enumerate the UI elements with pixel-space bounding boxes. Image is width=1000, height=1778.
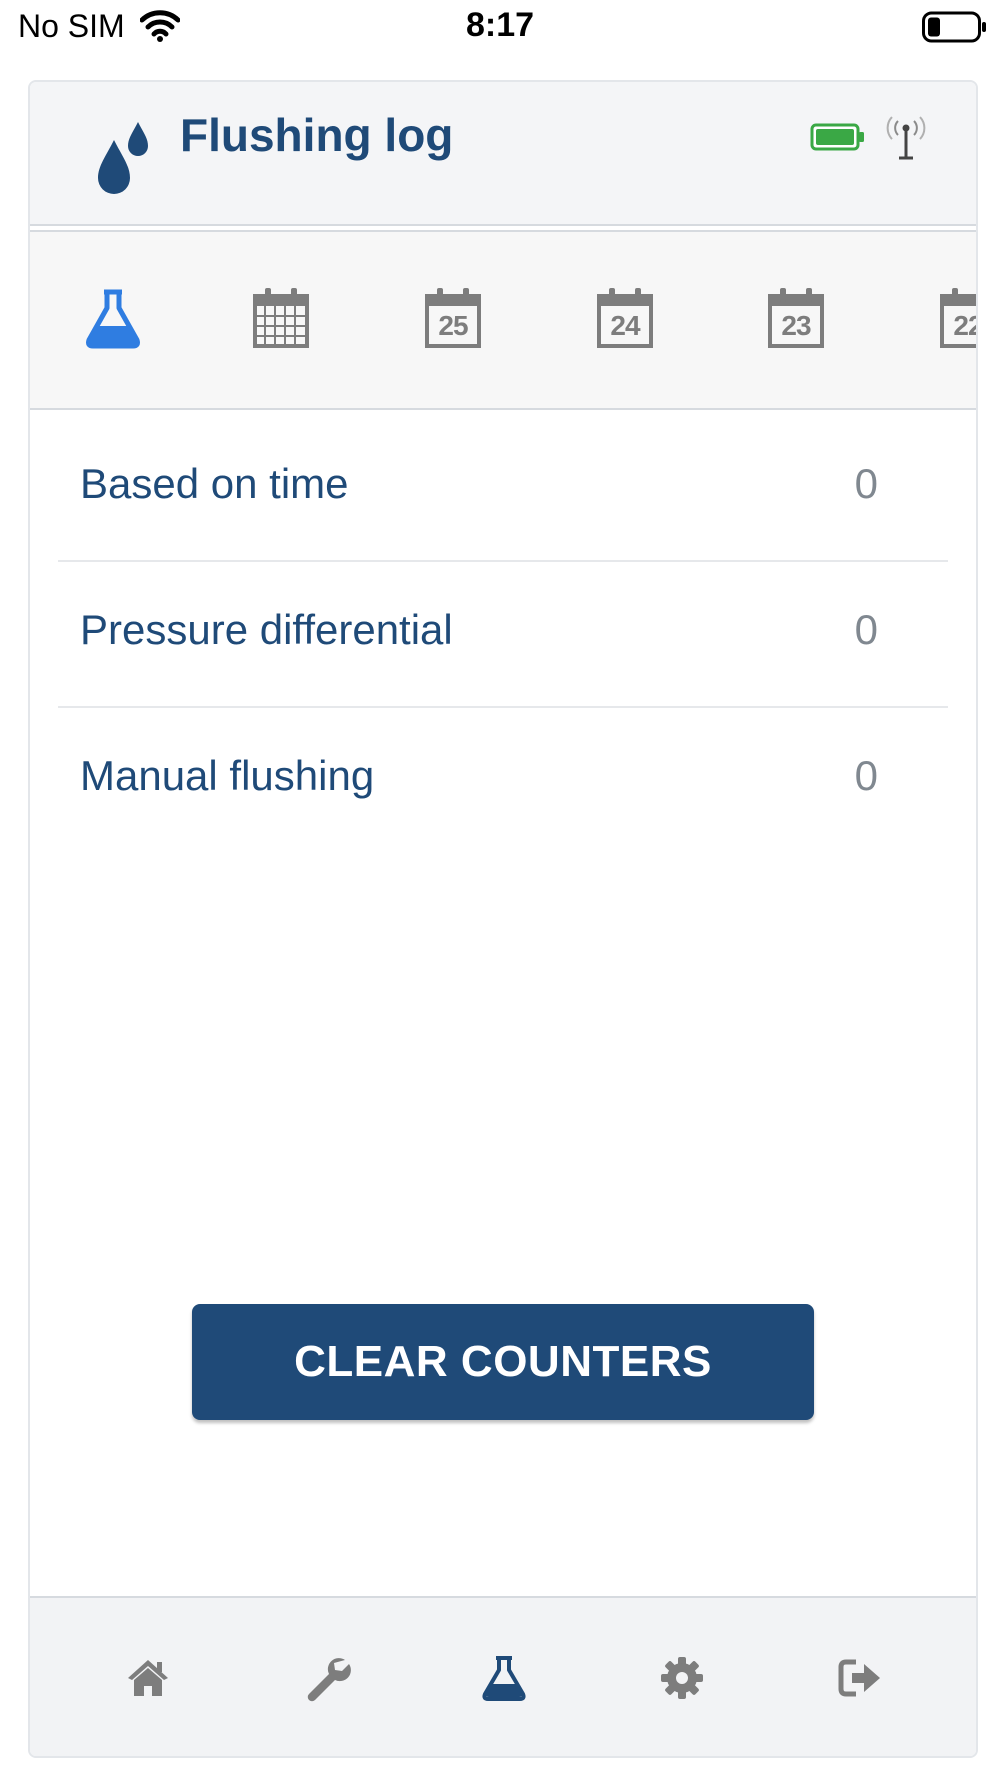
counter-label: Manual flushing (80, 752, 375, 799)
tab-day-22[interactable]: 22 (938, 286, 976, 350)
page-title: Flushing log (180, 109, 454, 161)
logout-icon (838, 1659, 880, 1697)
status-bar: No SIM 8:17 (0, 0, 1000, 56)
tab-month[interactable] (251, 286, 311, 350)
water-drops-icon (98, 122, 148, 194)
list-item: Manual flushing 0 (58, 708, 948, 852)
tab-day-23[interactable]: 23 (766, 286, 826, 350)
calendar-grid-icon (253, 288, 309, 348)
counter-label: Pressure differential (80, 606, 453, 653)
nav-home[interactable] (124, 1654, 172, 1702)
clear-counters-button[interactable]: CLEAR COUNTERS (192, 1304, 814, 1420)
nav-tools[interactable] (303, 1654, 351, 1702)
list-item: Based on time 0 (58, 416, 948, 562)
app-header: Flushing log (30, 82, 976, 226)
tab-day-25[interactable]: 25 (423, 286, 483, 350)
counter-value: 0 (854, 752, 878, 799)
flask-icon (86, 289, 140, 349)
list-item: Pressure differential 0 (58, 562, 948, 708)
flushing-log-card: Flushing log 25 24 23 2 Based on time 0 … (28, 80, 978, 1758)
counter-list: Based on time 0 Pressure differential 0 … (58, 416, 948, 852)
home-icon (128, 1660, 168, 1696)
wrench-icon (307, 1658, 351, 1702)
counter-label: Based on time (80, 460, 349, 507)
bottom-nav (30, 1596, 976, 1756)
gear-icon (661, 1657, 703, 1699)
calendar-day-number: 25 (438, 310, 468, 341)
flask-icon (482, 1656, 526, 1701)
status-time: 8:17 (465, 6, 535, 44)
battery-full-icon (810, 123, 864, 151)
nav-flushing-log[interactable] (480, 1654, 528, 1702)
calendar-day-number: 24 (610, 310, 640, 341)
counter-value: 0 (854, 606, 878, 653)
calendar-day-number: 23 (781, 310, 811, 341)
log-period-tabs: 25 24 23 2 (30, 230, 976, 410)
counter-value: 0 (854, 460, 878, 507)
tab-day-24[interactable]: 24 (595, 286, 655, 350)
calendar-day-number: 22 (953, 310, 976, 341)
phone-battery-icon (922, 11, 986, 43)
tab-totals[interactable] (83, 286, 143, 350)
nav-logout[interactable] (836, 1654, 884, 1702)
antenna-signal-icon (886, 116, 926, 160)
nav-settings[interactable] (658, 1654, 706, 1702)
